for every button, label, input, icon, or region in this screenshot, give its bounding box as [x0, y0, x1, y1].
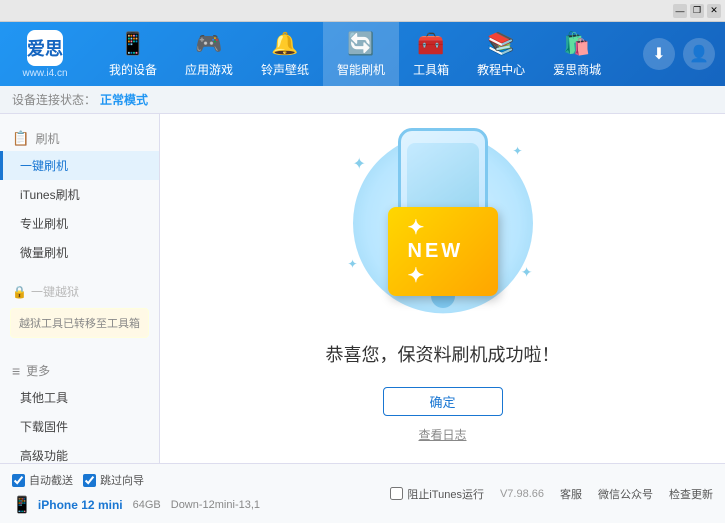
download-icon: ⬇	[652, 44, 665, 64]
app-container: 爱思 www.i4.cn 📱 我的设备 🎮 应用游戏 🔔 铃声壁纸 🔄 智能刷机	[0, 22, 725, 523]
jailbreak-label: 一键越狱	[31, 283, 79, 300]
apps-icon: 🎮	[195, 31, 222, 57]
sidebar: 📋 刷机 一键刷机 iTunes刷机 专业刷机 微量刷机 🔒 一键越狱 越狱工具…	[0, 114, 160, 463]
device-capacity: 64GB	[133, 499, 161, 511]
device-icon: 📱	[12, 495, 32, 515]
nav-ringtones-label: 铃声壁纸	[261, 61, 309, 78]
nav-my-device-label: 我的设备	[109, 61, 157, 78]
version-text: V7.98.66	[500, 488, 544, 500]
logo-icon: 爱思	[27, 30, 63, 66]
user-icon: 👤	[689, 44, 709, 64]
bottom-checkboxes: 自动截送 跳过向导	[12, 472, 260, 488]
sidebar-item-advanced[interactable]: 高级功能	[0, 441, 159, 463]
customer-service-link[interactable]: 客服	[560, 486, 582, 502]
success-illustration: ✦ ✦ ✦ ✦ ✦ NEW ✦	[333, 134, 553, 321]
bottom-left: 自动截送 跳过向导 📱 iPhone 12 mini 64GB Down-12m…	[12, 472, 260, 515]
restore-button[interactable]: ❐	[690, 4, 704, 18]
ringtone-icon: 🔔	[271, 31, 298, 57]
sidebar-section-more: ≡ 更多	[0, 358, 159, 383]
sidebar-item-one-click-flash[interactable]: 一键刷机	[0, 151, 159, 180]
sparkle-1: ✦	[353, 154, 366, 174]
sparkle-3: ✦	[348, 257, 358, 271]
sparkle-2: ✦	[512, 144, 522, 158]
logo-text: 爱思	[27, 35, 63, 61]
sparkle-4: ✦	[521, 264, 533, 281]
titlebar: — ❐ ✕	[0, 0, 725, 22]
sidebar-item-download-firmware[interactable]: 下载固件	[0, 412, 159, 441]
auto-close-checkbox[interactable]: 自动截送	[12, 472, 73, 488]
more-section-icon: ≡	[12, 363, 20, 379]
confirm-button[interactable]: 确定	[383, 387, 503, 416]
main-panel: ✦ ✦ ✦ ✦ ✦ NEW ✦ 恭喜您，保资料刷机成功啦！ 确定 查看日	[160, 114, 725, 463]
bottom-right: 阻止iTunes运行 V7.98.66 客服 微信公众号 检查更新	[390, 486, 713, 502]
my-device-icon: 📱	[119, 31, 146, 57]
download-button[interactable]: ⬇	[643, 38, 675, 70]
minimize-button[interactable]: —	[673, 4, 687, 18]
nav-tutorials-label: 教程中心	[477, 61, 525, 78]
no-itunes-row: 阻止iTunes运行	[390, 486, 484, 502]
lock-icon: 🔒	[12, 285, 27, 299]
shop-icon: 🛍️	[563, 31, 590, 57]
no-itunes-label: 阻止iTunes运行	[407, 486, 484, 502]
status-value: 正常模式	[100, 91, 148, 108]
device-info: 📱 iPhone 12 mini 64GB Down-12mini-13,1	[12, 495, 260, 515]
nav-apps-games[interactable]: 🎮 应用游戏	[171, 22, 247, 86]
nav-smart-flash-label: 智能刷机	[337, 61, 385, 78]
nav-shop-label: 爱思商城	[553, 61, 601, 78]
nav-tutorials[interactable]: 📚 教程中心	[463, 22, 539, 86]
auto-close-label: 自动截送	[29, 472, 73, 488]
via-wizard-checkbox[interactable]: 跳过向导	[83, 472, 144, 488]
nav-toolbox[interactable]: 🧰 工具箱	[399, 22, 463, 86]
sidebar-item-other-tools[interactable]: 其他工具	[0, 383, 159, 412]
content-area: 📋 刷机 一键刷机 iTunes刷机 专业刷机 微量刷机 🔒 一键越狱 越狱工具…	[0, 114, 725, 463]
nav-right: ⬇ 👤	[643, 38, 715, 70]
nav-shop[interactable]: 🛍️ 爱思商城	[539, 22, 615, 86]
device-name: iPhone 12 mini	[38, 498, 123, 512]
sidebar-item-micro-flash[interactable]: 微量刷机	[0, 238, 159, 267]
new-badge: ✦ NEW ✦	[388, 207, 498, 296]
nav-items: 📱 我的设备 🎮 应用游戏 🔔 铃声壁纸 🔄 智能刷机 🧰 工具箱 📚	[95, 22, 643, 86]
device-firmware: Down-12mini-13,1	[171, 499, 260, 511]
flash-section-icon: 📋	[12, 130, 29, 147]
tutorials-icon: 📚	[487, 31, 514, 57]
nav-smart-flash[interactable]: 🔄 智能刷机	[323, 22, 399, 86]
check-update-link[interactable]: 检查更新	[669, 486, 713, 502]
bottom-bar: 自动截送 跳过向导 📱 iPhone 12 mini 64GB Down-12m…	[0, 463, 725, 523]
logo: 爱思 www.i4.cn	[10, 30, 80, 79]
via-wizard-label: 跳过向导	[100, 472, 144, 488]
wechat-link[interactable]: 微信公众号	[598, 486, 653, 502]
status-label: 设备连接状态：	[12, 91, 96, 108]
sidebar-jailbreak-section: 🔒 一键越狱	[0, 279, 159, 304]
sidebar-item-pro-flash[interactable]: 专业刷机	[0, 209, 159, 238]
no-itunes-input[interactable]	[390, 487, 403, 500]
new-badge-text: ✦ NEW ✦	[388, 207, 498, 296]
success-text: 恭喜您，保资料刷机成功啦！	[326, 341, 560, 367]
flash-section-label: 刷机	[35, 130, 59, 147]
nav-toolbox-label: 工具箱	[413, 61, 449, 78]
nav-my-device[interactable]: 📱 我的设备	[95, 22, 171, 86]
toolbox-icon: 🧰	[417, 31, 444, 57]
smart-flash-icon: 🔄	[347, 31, 374, 57]
sidebar-section-flash: 📋 刷机	[0, 126, 159, 151]
auto-close-input[interactable]	[12, 474, 25, 487]
logo-url: www.i4.cn	[22, 68, 67, 79]
via-wizard-input[interactable]	[83, 474, 96, 487]
retry-link[interactable]: 查看日志	[418, 426, 466, 443]
nav-ringtones[interactable]: 🔔 铃声壁纸	[247, 22, 323, 86]
navbar: 爱思 www.i4.cn 📱 我的设备 🎮 应用游戏 🔔 铃声壁纸 🔄 智能刷机	[0, 22, 725, 86]
close-button[interactable]: ✕	[707, 4, 721, 18]
jailbreak-notice: 越狱工具已转移至工具箱	[10, 308, 149, 338]
more-section-label: 更多	[26, 362, 50, 379]
statusbar: 设备连接状态： 正常模式	[0, 86, 725, 114]
sidebar-item-itunes-flash[interactable]: iTunes刷机	[0, 180, 159, 209]
nav-apps-label: 应用游戏	[185, 61, 233, 78]
user-button[interactable]: 👤	[683, 38, 715, 70]
